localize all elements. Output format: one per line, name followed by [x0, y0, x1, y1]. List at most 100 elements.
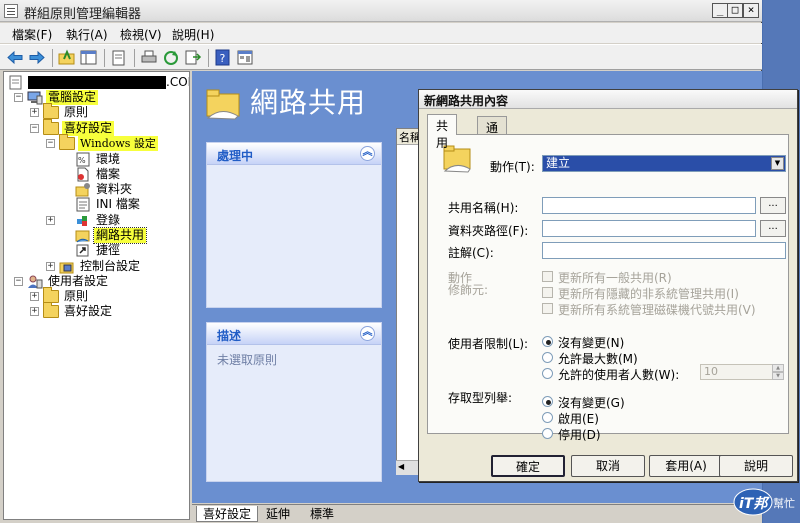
tab-standard[interactable]: 標準	[304, 506, 340, 522]
collapse-chevron-icon[interactable]: ︽	[360, 146, 375, 161]
share-name-browse-button[interactable]: ...	[760, 197, 786, 214]
update-regular-shares-checkbox[interactable]	[542, 271, 553, 282]
collapse-toggle[interactable]: −	[14, 93, 23, 102]
app-icon	[4, 4, 18, 18]
apply-button[interactable]: 套用(A)	[649, 455, 723, 477]
collapse-toggle[interactable]: −	[14, 277, 23, 286]
help-icon[interactable]: ?	[214, 49, 232, 66]
policy-document-icon	[9, 75, 22, 90]
tree-item-folders[interactable]: 資料夾	[62, 182, 182, 198]
toolbar-separator	[208, 49, 209, 67]
new-network-share-dialog: 新網路共用內容 共用 通用 動作(T): 建立 ▼ 共用名稱(H): ... 資…	[418, 89, 798, 482]
tree-item-user-preferences[interactable]: + 喜好設定	[30, 302, 180, 320]
tree-item-shortcuts[interactable]: 捷徑	[62, 243, 182, 259]
minimize-button[interactable]: _	[712, 3, 728, 18]
view-tabs: 喜好設定 延伸 標準	[192, 504, 762, 523]
dropdown-arrow-icon[interactable]: ▼	[771, 157, 784, 170]
refresh-icon[interactable]	[162, 49, 180, 66]
close-button[interactable]: ×	[743, 3, 759, 18]
page-title: 網路共用	[250, 86, 367, 119]
help-button[interactable]: 說明	[719, 455, 793, 477]
tree-item-control-panel-settings[interactable]: + 控制台設定	[46, 259, 186, 275]
up-folder-icon[interactable]	[58, 49, 76, 66]
tree-item-label: 網路共用	[92, 227, 148, 244]
abe-enable-radio[interactable]	[542, 412, 553, 423]
back-arrow-icon[interactable]	[6, 49, 24, 66]
show-tree-icon[interactable]	[80, 49, 98, 66]
description-panel: 描述 ︽ 未選取原則	[206, 322, 382, 482]
collapse-chevron-icon[interactable]: ︽	[360, 326, 375, 341]
tree-item-registry[interactable]: + 登錄	[46, 213, 182, 229]
expand-toggle[interactable]: +	[46, 262, 55, 271]
maximize-button[interactable]: □	[727, 3, 743, 18]
cancel-button[interactable]: 取消	[571, 455, 645, 477]
menu-help[interactable]: 說明(H)	[172, 26, 214, 43]
properties-icon[interactable]	[236, 49, 254, 66]
share-tab-panel: 動作(T): 建立 ▼ 共用名稱(H): ... 資料夾路徑(F): ... 註…	[427, 134, 789, 442]
update-admin-shares-checkbox[interactable]	[542, 303, 553, 314]
menu-view[interactable]: 檢視(V)	[120, 26, 162, 43]
processing-panel-header[interactable]: 處理中 ︽	[207, 143, 381, 165]
description-panel-header[interactable]: 描述 ︽	[207, 323, 381, 345]
update-hidden-shares-label: 更新所有隱藏的非系統管理共用(I)	[558, 287, 739, 301]
tree-item-user-config[interactable]: − 使用者設定	[14, 274, 184, 290]
update-hidden-shares-checkbox[interactable]	[542, 287, 553, 298]
user-limit-max-radio[interactable]	[542, 352, 553, 363]
tree-item-files[interactable]: 檔案	[62, 167, 182, 183]
collapse-toggle[interactable]: −	[46, 139, 55, 148]
share-name-input[interactable]	[542, 197, 756, 214]
tree-root[interactable]: .COM	[8, 75, 189, 91]
user-icon	[28, 275, 43, 289]
folder-path-browse-button[interactable]: ...	[760, 220, 786, 237]
tree-item-network-shares[interactable]: 網路共用	[62, 227, 182, 244]
share-name-label: 共用名稱(H):	[448, 201, 519, 215]
expand-toggle[interactable]: +	[30, 307, 39, 316]
expand-toggle[interactable]: +	[46, 216, 55, 225]
clipboard-icon[interactable]	[110, 49, 128, 66]
abe-disable-radio[interactable]	[542, 428, 553, 439]
stepper-down-icon[interactable]: ▼	[772, 372, 784, 380]
tree-item-label: 喜好設定	[62, 121, 115, 136]
tree-item-computer-policies[interactable]: + 原則	[30, 103, 180, 121]
user-count-stepper[interactable]: 10 ▲ ▼	[700, 364, 784, 380]
folder-path-input[interactable]	[542, 220, 756, 237]
horizontal-scrollbar[interactable]: ◀	[396, 460, 420, 475]
tree-item-label: 原則	[64, 289, 89, 303]
tab-common[interactable]: 通用	[477, 116, 508, 152]
menu-action[interactable]: 執行(A)	[66, 26, 108, 43]
forward-arrow-icon[interactable]	[28, 49, 46, 66]
tree-item-ini-files[interactable]: INI 檔案	[62, 197, 182, 213]
comment-input[interactable]	[542, 242, 786, 259]
tree-item-computer-preferences[interactable]: − 喜好設定	[30, 119, 180, 137]
folder-open-icon	[43, 119, 59, 136]
modifier-label-line2: 修飾元:	[448, 283, 489, 297]
tab-preferences[interactable]: 喜好設定	[196, 506, 259, 522]
column-header-name[interactable]: 名稱	[397, 129, 419, 145]
action-value: 建立	[546, 156, 571, 170]
tree-item-computer-config[interactable]: − 電腦設定	[14, 90, 184, 106]
expand-toggle[interactable]: +	[30, 292, 39, 301]
shortcut-icon	[76, 244, 89, 257]
tree-item-environment[interactable]: % 環境	[62, 152, 182, 168]
tab-extended[interactable]: 延伸	[260, 506, 296, 522]
expand-toggle[interactable]: +	[30, 108, 39, 117]
user-limit-count-radio[interactable]	[542, 368, 553, 379]
export-list-icon[interactable]	[184, 49, 202, 66]
list-pane[interactable]: 名稱	[396, 128, 420, 474]
scroll-left-icon[interactable]: ◀	[398, 462, 404, 471]
tree-item-windows-settings[interactable]: − Windows 設定	[46, 134, 186, 152]
tab-share[interactable]: 共用	[427, 114, 458, 150]
tree-item-user-policies[interactable]: + 原則	[30, 287, 180, 305]
user-limit-no-change-radio[interactable]	[542, 336, 553, 347]
abe-no-change-radio[interactable]	[542, 396, 553, 407]
panel-title: 處理中	[217, 149, 254, 163]
toolbar-separator	[134, 49, 135, 67]
stepper-up-icon[interactable]: ▲	[772, 364, 784, 372]
menu-file[interactable]: 檔案(F)	[12, 26, 52, 43]
print-icon[interactable]	[140, 49, 158, 66]
access-enum-label: 存取型列舉:	[448, 391, 513, 405]
folder-open-icon	[59, 134, 75, 151]
ok-button[interactable]: 確定	[491, 455, 565, 477]
collapse-toggle[interactable]: −	[30, 124, 39, 133]
action-dropdown[interactable]: 建立 ▼	[542, 155, 786, 172]
